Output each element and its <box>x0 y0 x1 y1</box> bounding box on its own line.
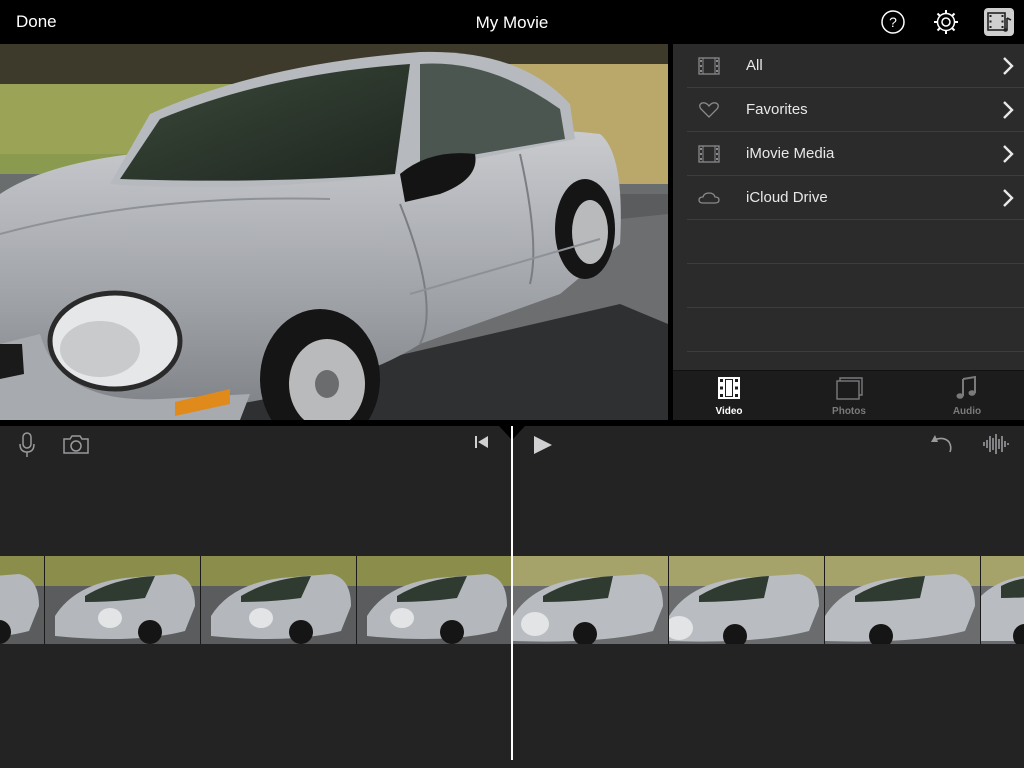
browser-row-label: Favorites <box>746 101 808 118</box>
chevron-right-icon <box>1003 145 1014 163</box>
browser-row-all[interactable]: All <box>687 44 1024 88</box>
clip-frame <box>200 556 356 644</box>
media-browser-icon <box>987 12 1012 32</box>
chevron-right-icon <box>1003 57 1014 75</box>
clip-frame <box>980 556 1024 644</box>
browser-row-imovie-media[interactable]: iMovie Media <box>687 132 1024 176</box>
clip-frame <box>44 556 200 644</box>
svg-text:?: ? <box>889 14 897 30</box>
empty-row <box>687 220 1024 264</box>
video-viewer[interactable] <box>0 44 668 420</box>
cloud-icon <box>698 192 720 204</box>
video-icon <box>718 377 740 399</box>
chevron-right-icon <box>1003 101 1014 119</box>
browser-row-icloud-drive[interactable]: iCloud Drive <box>687 176 1024 220</box>
tab-video[interactable]: Video <box>689 371 769 421</box>
tab-label: Video <box>715 406 743 417</box>
browser-row-label: All <box>746 57 763 74</box>
clip-frame <box>0 556 44 644</box>
waveform-icon[interactable] <box>982 432 1010 456</box>
tab-label: Photos <box>832 406 866 417</box>
photos-icon <box>836 377 863 400</box>
skip-to-start-icon[interactable] <box>474 434 490 450</box>
chevron-right-icon <box>1003 189 1014 207</box>
clip-frame <box>512 556 668 644</box>
gear-icon[interactable] <box>933 9 959 35</box>
browser-row-favorites[interactable]: Favorites <box>687 88 1024 132</box>
clip-frame <box>668 556 824 644</box>
heart-icon <box>699 102 719 118</box>
browser-row-label: iMovie Media <box>746 145 835 162</box>
camera-icon[interactable] <box>62 432 90 456</box>
clip-frame <box>356 556 512 644</box>
top-bar: Done My Movie ? <box>0 0 1024 44</box>
empty-row <box>687 308 1024 352</box>
project-title: My Movie <box>475 13 549 32</box>
film-icon <box>698 57 720 75</box>
media-browser-panel: All Favorites iMovie Media iCloud Drive <box>673 44 1024 420</box>
media-type-tabbar: Video Photos Audio <box>673 370 1024 420</box>
undo-icon[interactable] <box>928 432 954 456</box>
microphone-icon[interactable] <box>16 432 38 458</box>
play-icon[interactable] <box>532 434 554 456</box>
playhead[interactable] <box>511 426 513 760</box>
music-note-icon <box>956 375 976 399</box>
video-preview-image <box>0 44 668 420</box>
clip-frame <box>824 556 980 644</box>
empty-row <box>687 264 1024 308</box>
tab-audio[interactable]: Audio <box>927 371 1007 421</box>
media-browser-toggle[interactable] <box>984 8 1014 36</box>
tab-label: Audio <box>952 406 982 417</box>
tab-photos[interactable]: Photos <box>809 371 889 421</box>
browser-row-label: iCloud Drive <box>746 189 828 206</box>
help-icon[interactable]: ? <box>880 9 906 35</box>
film-icon <box>698 145 720 163</box>
